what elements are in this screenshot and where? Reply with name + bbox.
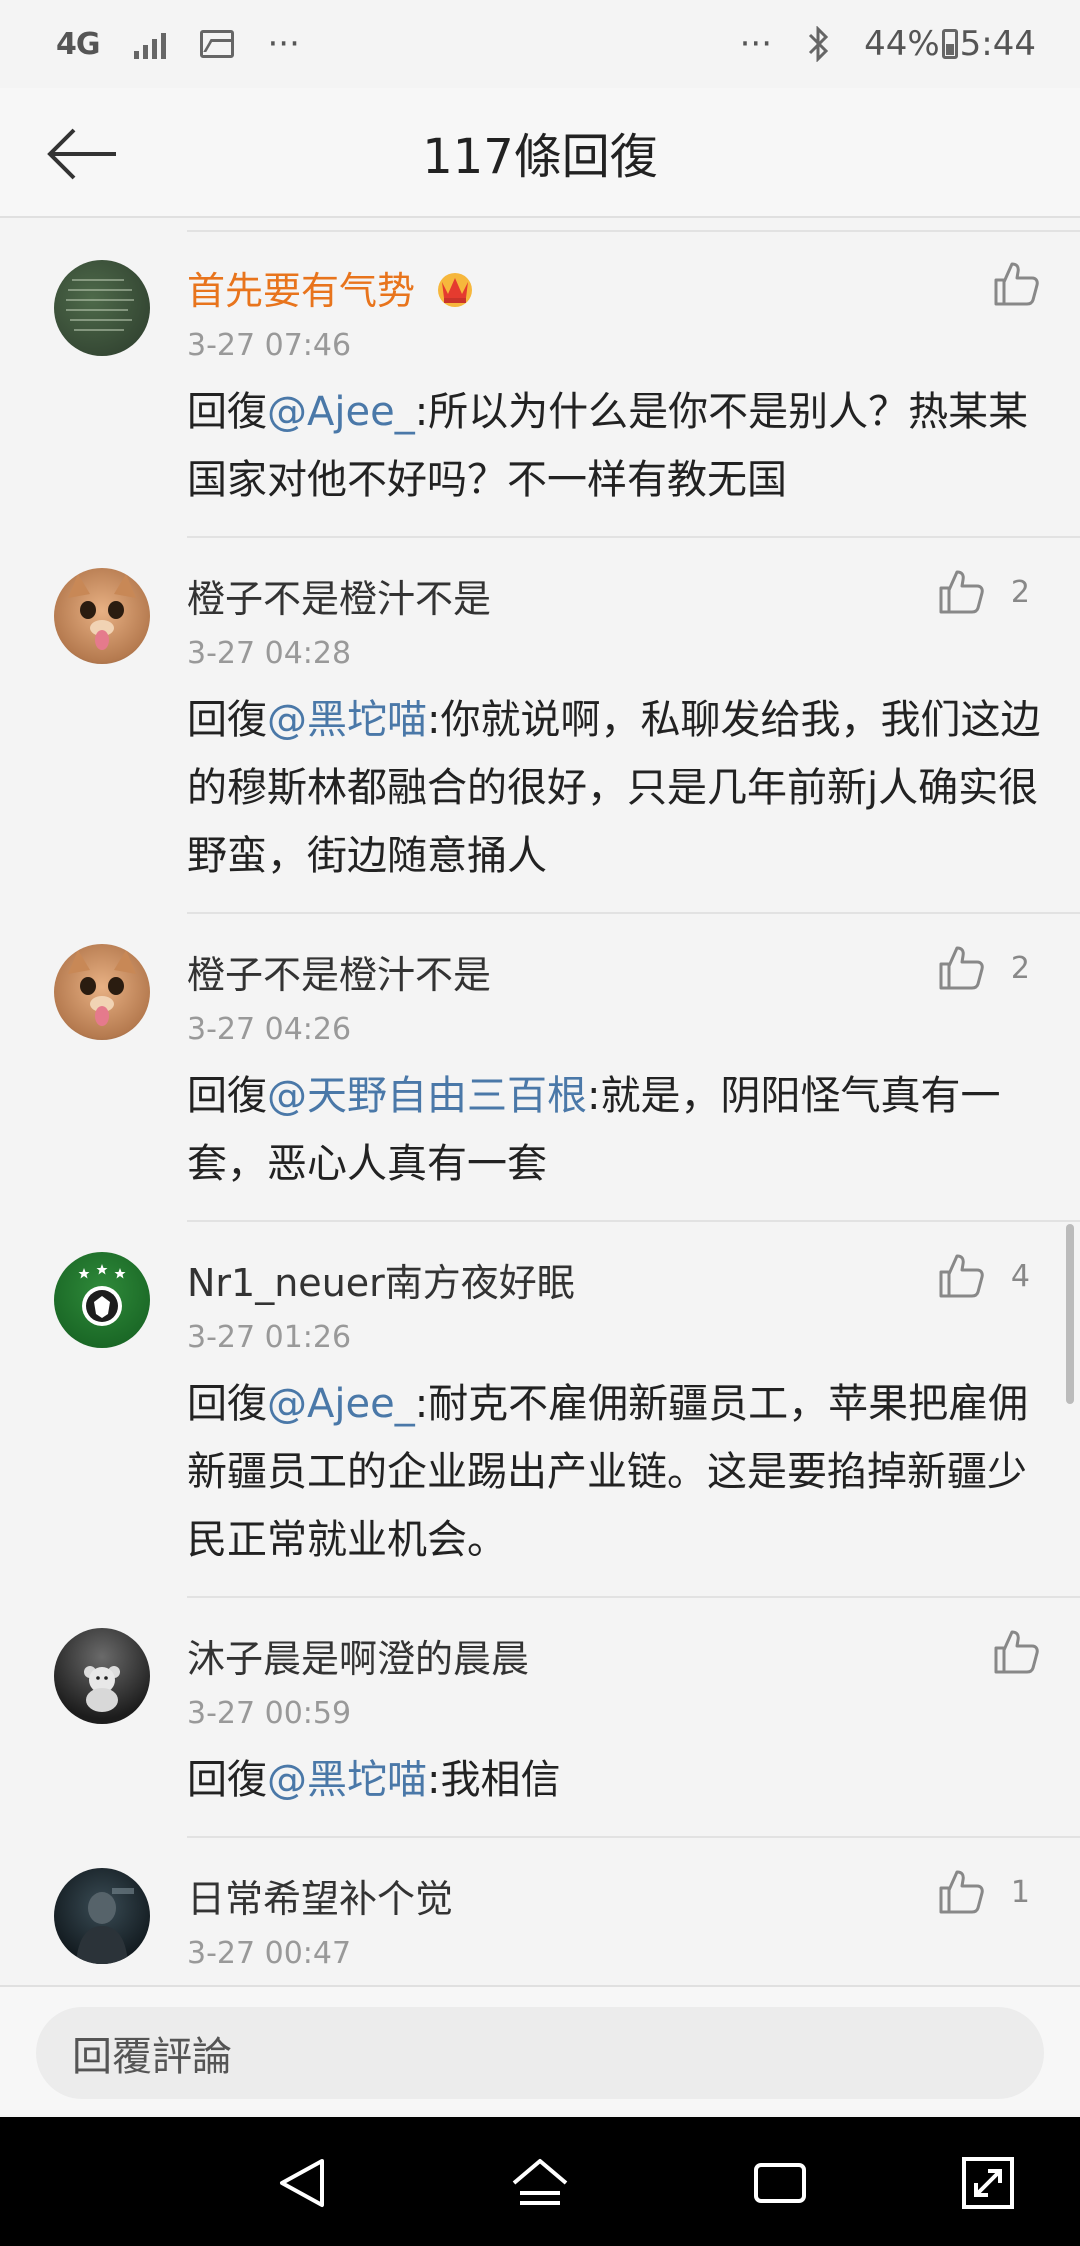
reply-bar: 回覆評論 [0, 1985, 1080, 2115]
avatar[interactable] [54, 568, 150, 664]
avatar[interactable] [54, 1628, 150, 1724]
comment-author[interactable]: 首先要有气势 [187, 260, 477, 315]
comment-text: 回復@黑坨喵:我相信 [187, 1757, 561, 1803]
comment-text: 回復@Ajee_:所以为什么是你不是别人？热某某国家对他不好吗？不一样有教无国 [187, 389, 1029, 503]
like-count: 2 [1010, 950, 1030, 986]
nav-recents-icon[interactable] [748, 2151, 812, 2215]
overflow-left: ··· [267, 24, 300, 64]
signal-icon [133, 29, 166, 59]
battery-icon [941, 29, 958, 59]
system-nav-bar [0, 2117, 1080, 2246]
page-title: 117條回復 [422, 129, 658, 185]
comment-author[interactable]: 沐子晨是啊澄的晨晨 [187, 1628, 529, 1683]
status-bar: 4G ··· ··· 44% 5:44 [0, 0, 1080, 88]
nav-home-icon[interactable] [508, 2151, 572, 2215]
like-button[interactable]: 2 [937, 944, 1030, 992]
clock: 5:44 [959, 24, 1036, 64]
comment-item[interactable]: 日常希望补个觉 3-27 00:47 1 [0, 1838, 1080, 1985]
thumbs-up-icon [939, 1870, 984, 1914]
crown-badge-icon [438, 273, 473, 307]
overflow-right: ··· [739, 24, 773, 64]
like-button[interactable]: 4 [937, 1252, 1030, 1300]
image-notification-icon [199, 30, 234, 58]
mention-link[interactable]: @Ajee_ [267, 1381, 415, 1427]
like-count: 4 [1010, 1258, 1030, 1294]
reply-placeholder: 回覆評論 [72, 2034, 232, 2080]
reply-input[interactable]: 回覆評論 [36, 2007, 1044, 2099]
bluetooth-icon [809, 26, 829, 62]
comment-author[interactable]: Nr1_neuer南方夜好眠 [187, 1252, 575, 1307]
comment-author[interactable]: 橙子不是橙汁不是 [187, 568, 491, 623]
network-type: 4G [56, 26, 100, 62]
thumbs-up-icon [939, 570, 984, 614]
nav-expand-icon[interactable] [956, 2151, 1020, 2215]
comment-time: 3-27 00:59 [187, 1696, 352, 1731]
comment-text: 回復@天野自由三百根:就是，阴阳怪气真有一套，恶心人真有一套 [187, 1073, 1001, 1187]
comment-author[interactable]: 橙子不是橙汁不是 [187, 944, 491, 999]
comment-time: 3-27 00:47 [187, 1936, 352, 1971]
like-count: 2 [1010, 574, 1030, 610]
comment-time: 3-27 01:26 [187, 1320, 352, 1355]
comment-item[interactable]: 首先要有气势 3-27 07:46 回復@Ajee_:所以为什么是你不是别人？热… [0, 230, 1080, 538]
comment-text: 回復@Ajee_:耐克不雇佣新疆员工，苹果把雇佣新疆员工的企业踢出产业链。这是要… [187, 1381, 1029, 1563]
thumbs-up-icon [939, 946, 984, 990]
comment-author[interactable]: 日常希望补个觉 [187, 1868, 453, 1923]
comment-item[interactable]: 沐子晨是啊澄的晨晨 3-27 00:59 回復@黑坨喵:我相信 [0, 1598, 1080, 1838]
avatar[interactable] [54, 944, 150, 1040]
comment-time: 3-27 04:26 [187, 1012, 352, 1047]
comment-item[interactable]: Nr1_neuer南方夜好眠 3-27 01:26 回復@Ajee_:耐克不雇佣… [0, 1222, 1080, 1598]
like-button[interactable] [992, 1628, 1040, 1676]
like-button[interactable] [992, 260, 1040, 308]
thumbs-up-icon [994, 1630, 1039, 1674]
comment-time: 3-27 04:28 [187, 636, 352, 671]
header: 117條回復 [0, 88, 1080, 218]
battery-percent: 44% [864, 24, 940, 64]
comment-text: 回復@黑坨喵:你就说啊，私聊发给我，我们这边的穆斯林都融合的很好，只是几年前新j… [187, 697, 1041, 879]
thumbs-up-icon [939, 1254, 984, 1298]
avatar[interactable] [54, 260, 150, 356]
thumbs-up-icon [994, 262, 1039, 306]
arrow-left-icon[interactable] [44, 124, 120, 184]
scrollbar[interactable] [1066, 1224, 1074, 1404]
comment-item[interactable]: 橙子不是橙汁不是 3-27 04:26 回復@天野自由三百根:就是，阴阳怪气真有… [0, 914, 1080, 1222]
avatar[interactable] [54, 1868, 150, 1964]
comment-time: 3-27 07:46 [187, 328, 352, 363]
mention-link[interactable]: @黑坨喵 [267, 697, 427, 743]
like-button[interactable]: 1 [937, 1868, 1030, 1916]
mention-link[interactable]: @天野自由三百根 [267, 1073, 587, 1119]
avatar[interactable] [54, 1252, 150, 1348]
comment-item[interactable]: 橙子不是橙汁不是 3-27 04:28 回復@黑坨喵:你就说啊，私聊发给我，我们… [0, 538, 1080, 914]
comment-list[interactable]: 首先要有气势 3-27 07:46 回復@Ajee_:所以为什么是你不是别人？热… [0, 230, 1080, 1985]
like-count: 1 [1010, 1874, 1030, 1910]
nav-back-icon[interactable] [270, 2151, 334, 2215]
mention-link[interactable]: @黑坨喵 [267, 1757, 427, 1803]
mention-link[interactable]: @Ajee_ [267, 389, 415, 435]
like-button[interactable]: 2 [937, 568, 1030, 616]
